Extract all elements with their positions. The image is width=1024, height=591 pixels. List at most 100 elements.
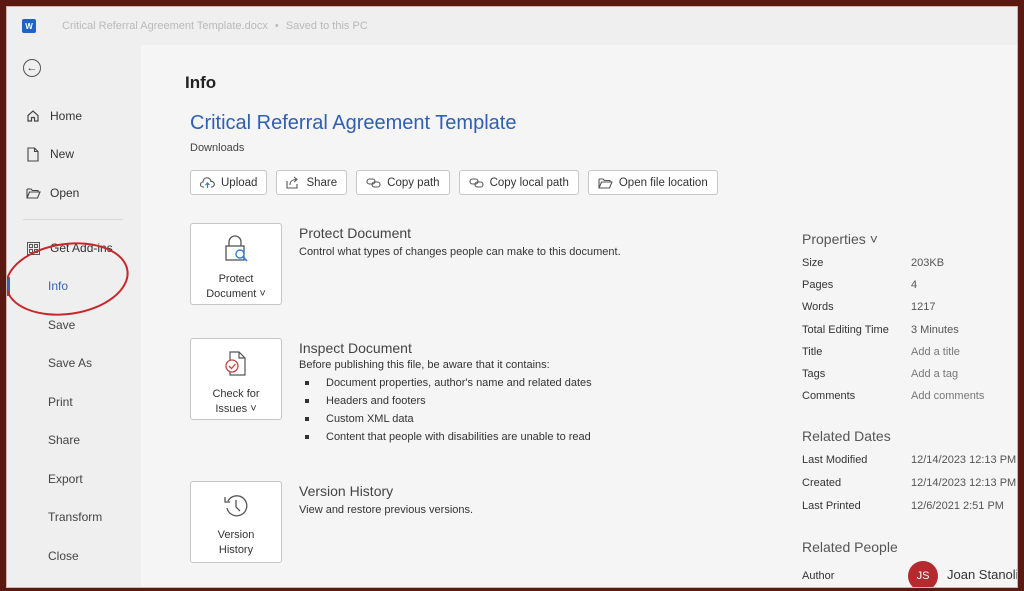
title-bar: W Critical Referral Agreement Template.d…: [7, 7, 1017, 45]
open-file-location-button[interactable]: Open file location: [587, 170, 718, 195]
property-key: Comments: [802, 390, 856, 402]
property-row: Pages 4: [802, 279, 917, 295]
sidebar-item-save[interactable]: Save: [7, 310, 141, 340]
bullet-icon: [305, 417, 309, 421]
bullet-icon: [305, 435, 309, 439]
property-key: Total Editing Time: [802, 324, 889, 336]
share-label: Share: [306, 176, 338, 189]
sidebar-item-transform[interactable]: Transform: [7, 502, 141, 532]
back-button[interactable]: ←: [23, 59, 41, 77]
version-history-button[interactable]: Version History: [190, 481, 282, 563]
related-people-heading: Related People: [802, 539, 898, 555]
sidebar-item-label: Info: [48, 279, 69, 293]
copy-local-path-button[interactable]: Copy local path: [458, 170, 579, 195]
property-value: 4: [911, 279, 918, 291]
protect-document-text: Protect Document Control what types of c…: [299, 223, 739, 258]
sidebar-item-close[interactable]: Close: [7, 541, 141, 571]
history-clock-icon: [222, 492, 250, 525]
inspect-document-icon: [223, 349, 249, 384]
link-icon: [366, 177, 381, 188]
bullet-icon: [305, 381, 309, 385]
save-status: Saved to this PC: [285, 20, 368, 32]
property-row: Total Editing Time 3 Minutes: [802, 324, 959, 340]
document-location: Downloads: [190, 142, 245, 154]
sidebar-item-print[interactable]: Print: [7, 387, 141, 417]
add-tag-field[interactable]: Add a tag: [911, 368, 958, 384]
title-separator: •: [274, 20, 279, 32]
property-row: Words 1217: [802, 301, 935, 317]
bullet-text: Document properties, author's name and r…: [326, 377, 592, 389]
sidebar-item-label: New: [50, 147, 75, 161]
property-row: Comments Add comments: [802, 390, 984, 406]
bullet-text: Custom XML data: [326, 413, 414, 425]
sidebar-item-open[interactable]: Open: [7, 178, 141, 208]
author-name[interactable]: Joan Stanolis: [947, 567, 1017, 582]
sidebar-item-new[interactable]: New: [7, 139, 141, 169]
tile-label-line2: History: [218, 544, 254, 556]
check-for-issues-button[interactable]: Check for Issues ˅: [190, 338, 282, 420]
section-heading: Protect Document: [299, 225, 412, 241]
author-avatar[interactable]: JS: [908, 561, 938, 587]
backstage-sidebar: ← Home New Open Get Add-ins Info Save Sa…: [7, 45, 141, 587]
property-row: Tags Add a tag: [802, 368, 958, 384]
date-row: Last Modified 12/14/2023 12:13 PM: [802, 454, 1016, 470]
section-heading: Version History: [299, 483, 394, 499]
property-row: Size 203KB: [802, 257, 944, 273]
related-dates-heading: Related Dates: [802, 428, 891, 444]
upload-label: Upload: [221, 176, 258, 189]
tile-label-line1: Protect: [218, 273, 254, 285]
add-comments-field[interactable]: Add comments: [911, 390, 984, 406]
property-row: Title Add a title: [802, 346, 960, 362]
list-item: Headers and footers: [299, 392, 739, 410]
sidebar-item-share[interactable]: Share: [7, 425, 141, 455]
copy-path-button[interactable]: Copy path: [356, 170, 450, 195]
folder-open-icon: [25, 185, 41, 201]
share-icon: [286, 176, 300, 189]
version-history-text: Version History View and restore previou…: [299, 481, 739, 516]
sidebar-item-home[interactable]: Home: [7, 101, 141, 131]
section-description: Control what types of changes people can…: [299, 246, 621, 258]
file-actions: Upload Share Copy path Copy local path O…: [190, 170, 718, 195]
page-title: Info: [185, 73, 217, 92]
date-key: Created: [802, 477, 842, 489]
tile-label-line2: Issues ˅: [215, 403, 257, 415]
sidebar-item-label: Transform: [48, 510, 103, 524]
copy-path-label: Copy path: [387, 176, 440, 189]
date-row: Created 12/14/2023 12:13 PM: [802, 477, 1016, 493]
add-ins-grid-icon: [25, 240, 41, 256]
protect-document-button[interactable]: Protect Document ˅: [190, 223, 282, 305]
date-value: 12/6/2021 2:51 PM: [911, 500, 1004, 512]
back-arrow-icon: ←: [26, 61, 38, 74]
file-name: Critical Referral Agreement Template.doc…: [62, 20, 268, 32]
sidebar-item-label: Print: [48, 395, 73, 409]
share-button[interactable]: Share: [276, 170, 348, 195]
sidebar-item-save-as[interactable]: Save As: [7, 348, 141, 378]
word-window: W Critical Referral Agreement Template.d…: [6, 6, 1018, 588]
sidebar-item-get-add-ins[interactable]: Get Add-ins: [7, 233, 141, 263]
window-title: Critical Referral Agreement Template.doc…: [62, 20, 368, 32]
property-key: Size: [802, 257, 824, 269]
list-item: Content that people with disabilities ar…: [299, 428, 739, 446]
inspect-bullet-list: Document properties, author's name and r…: [299, 374, 739, 446]
sidebar-item-info[interactable]: Info: [7, 271, 141, 301]
property-value: 3 Minutes: [911, 324, 959, 336]
tile-label-line1: Check for: [212, 388, 260, 400]
home-icon: [25, 108, 41, 124]
bullet-icon: [305, 399, 309, 403]
sidebar-item-label: Save As: [48, 356, 93, 370]
sidebar-item-label: Close: [48, 549, 79, 563]
add-title-field[interactable]: Add a title: [911, 346, 960, 362]
property-value: 1217: [911, 301, 936, 313]
date-value: 12/14/2023 12:13 PM: [911, 477, 1017, 489]
lock-search-icon: [222, 234, 250, 269]
tile-label-line1: Version: [217, 529, 255, 541]
properties-dropdown[interactable]: Properties ˅: [802, 231, 878, 247]
upload-button[interactable]: Upload: [190, 170, 268, 195]
copy-local-path-label: Copy local path: [489, 176, 569, 189]
sidebar-item-export[interactable]: Export: [7, 464, 141, 494]
cloud-upload-icon: [200, 176, 215, 189]
open-file-location-label: Open file location: [618, 176, 708, 189]
section-heading: Inspect Document: [299, 340, 412, 356]
link-icon: [469, 177, 484, 188]
inspect-document-text: Inspect Document Before publishing this …: [299, 338, 739, 446]
